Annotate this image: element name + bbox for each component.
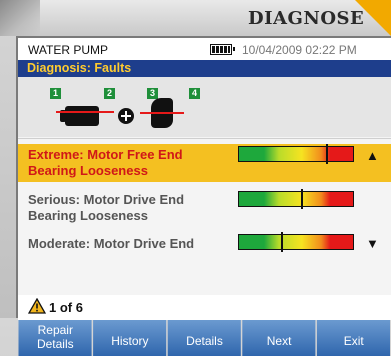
pager-text: 1 of 6 xyxy=(49,300,83,315)
brand-label: DIAGNOSE xyxy=(248,8,365,29)
diagnosis-title: Diagnosis: Faults xyxy=(27,61,132,75)
fault-line: Moderate: Motor Drive End xyxy=(28,236,195,251)
softkey-label: Details xyxy=(186,334,223,348)
severity-bar-2 xyxy=(238,189,354,209)
divider xyxy=(18,138,391,139)
scroll-down-icon[interactable]: ▼ xyxy=(366,236,379,251)
pager-bar: 1 of 6 xyxy=(18,295,391,320)
device-screen: WATER PUMP 10/04/2009 02:22 PM Diagnosis… xyxy=(16,36,391,356)
softkey-label: Repair Details xyxy=(37,323,74,351)
fault-line: Bearing Looseness xyxy=(28,208,148,223)
softkey-bar: Repair Details History Details Next Exit xyxy=(18,320,390,356)
fault-line: Serious: Motor Drive End xyxy=(28,192,185,207)
softkey-label: Exit xyxy=(344,334,365,348)
diagnosis-header: Diagnosis: Faults xyxy=(18,60,391,77)
bezel-shade xyxy=(0,0,40,36)
fault-label-1: Extreme: Motor Free End Bearing Loosenes… xyxy=(28,147,183,179)
app-title: WATER PUMP xyxy=(28,43,108,57)
motor-icon xyxy=(60,106,99,126)
motor-shaft xyxy=(56,111,114,113)
severity-marker xyxy=(280,232,283,252)
fault-line: Bearing Looseness xyxy=(28,163,148,178)
measurement-point-1: 1 xyxy=(50,88,61,99)
fault-label-3: Moderate: Motor Drive End xyxy=(28,236,194,252)
pump-shaft xyxy=(140,112,184,114)
severity-marker xyxy=(301,189,304,209)
softkey-label: History xyxy=(111,334,148,348)
softkey-label: Next xyxy=(267,334,292,348)
battery-icon xyxy=(210,44,235,55)
fault-label-2: Serious: Motor Drive End Bearing Loosene… xyxy=(28,192,184,224)
scroll-up-icon[interactable]: ▲ xyxy=(366,148,379,163)
measurement-point-4: 4 xyxy=(189,88,200,99)
measurement-point-2: 2 xyxy=(104,88,115,99)
coupling-icon xyxy=(118,108,134,124)
title-bar: WATER PUMP 10/04/2009 02:22 PM xyxy=(18,38,391,60)
severity-marker xyxy=(326,144,328,164)
severity-bar-3 xyxy=(238,232,354,252)
fault-line: Extreme: Motor Free End xyxy=(28,147,183,162)
warning-icon xyxy=(28,298,46,314)
measurement-point-3: 3 xyxy=(147,88,158,99)
datetime: 10/04/2009 02:22 PM xyxy=(242,43,357,57)
severity-bar-1 xyxy=(238,144,354,164)
